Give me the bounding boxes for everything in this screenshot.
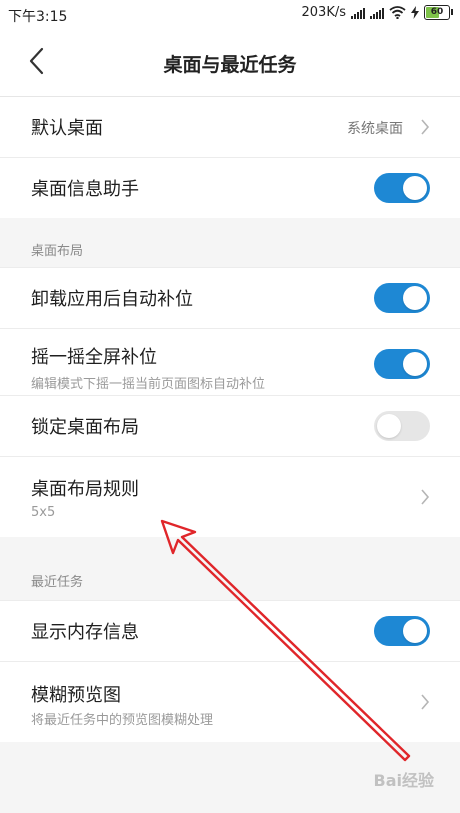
chevron-right-icon [421, 119, 430, 135]
default-desktop-value: 系统桌面 [347, 121, 403, 137]
section-desktop: 默认桌面 系统桌面 桌面信息助手 [0, 97, 460, 218]
watermark: Bai经验 [373, 771, 434, 790]
memory-info-label: 显示内存信息 [31, 622, 139, 643]
shake-fill-label: 摇一摇全屏补位 [31, 347, 157, 368]
shake-fill-toggle[interactable] [374, 349, 430, 379]
row-memory-info: 显示内存信息 [0, 601, 460, 662]
status-icons: 203K/s 60 [301, 5, 453, 20]
section-header-layout: 桌面布局 [31, 244, 84, 259]
status-time: 下午3:15 [8, 9, 68, 25]
info-assistant-toggle[interactable] [374, 173, 430, 203]
page-title: 桌面与最近任务 [163, 54, 297, 76]
row-blur-preview[interactable]: 模糊预览图 将最近任务中的预览图模糊处理 [0, 662, 460, 742]
status-bar: 下午3:15 203K/s 60 [0, 0, 460, 28]
auto-fill-toggle[interactable] [374, 283, 430, 313]
network-speed: 203K/s [301, 5, 347, 20]
row-layout-rule[interactable]: 桌面布局规则 5x5 [0, 457, 460, 537]
lock-layout-label: 锁定桌面布局 [31, 417, 139, 438]
signal-icon-2 [370, 7, 384, 19]
row-lock-layout: 锁定桌面布局 [0, 396, 460, 457]
chevron-right-icon [421, 489, 430, 505]
row-info-assistant: 桌面信息助手 [0, 158, 460, 218]
battery-level: 60 [430, 7, 444, 17]
lock-layout-toggle[interactable] [374, 411, 430, 441]
info-assistant-label: 桌面信息助手 [31, 179, 139, 200]
row-auto-fill: 卸载应用后自动补位 [0, 268, 460, 329]
section-header-recent: 最近任务 [31, 575, 84, 590]
row-shake-fill: 摇一摇全屏补位 编辑模式下摇一摇当前页面图标自动补位 [0, 329, 460, 396]
layout-rule-subtitle: 5x5 [31, 505, 56, 520]
section-recent: 显示内存信息 模糊预览图 将最近任务中的预览图模糊处理 [0, 600, 460, 742]
blur-preview-subtitle: 将最近任务中的预览图模糊处理 [31, 713, 214, 728]
charging-icon [411, 6, 419, 19]
chevron-right-icon [421, 694, 430, 710]
signal-icon [351, 7, 365, 19]
layout-rule-label: 桌面布局规则 [31, 479, 139, 500]
battery-icon: 60 [424, 5, 453, 20]
shake-fill-subtitle: 编辑模式下摇一摇当前页面图标自动补位 [31, 377, 266, 392]
page-header: 桌面与最近任务 [0, 28, 460, 97]
wifi-icon [389, 6, 406, 19]
row-default-desktop[interactable]: 默认桌面 系统桌面 [0, 97, 460, 158]
auto-fill-label: 卸载应用后自动补位 [31, 289, 193, 310]
default-desktop-label: 默认桌面 [31, 118, 103, 139]
blur-preview-label: 模糊预览图 [31, 685, 121, 706]
memory-info-toggle[interactable] [374, 616, 430, 646]
section-layout: 卸载应用后自动补位 摇一摇全屏补位 编辑模式下摇一摇当前页面图标自动补位 锁定桌… [0, 267, 460, 537]
